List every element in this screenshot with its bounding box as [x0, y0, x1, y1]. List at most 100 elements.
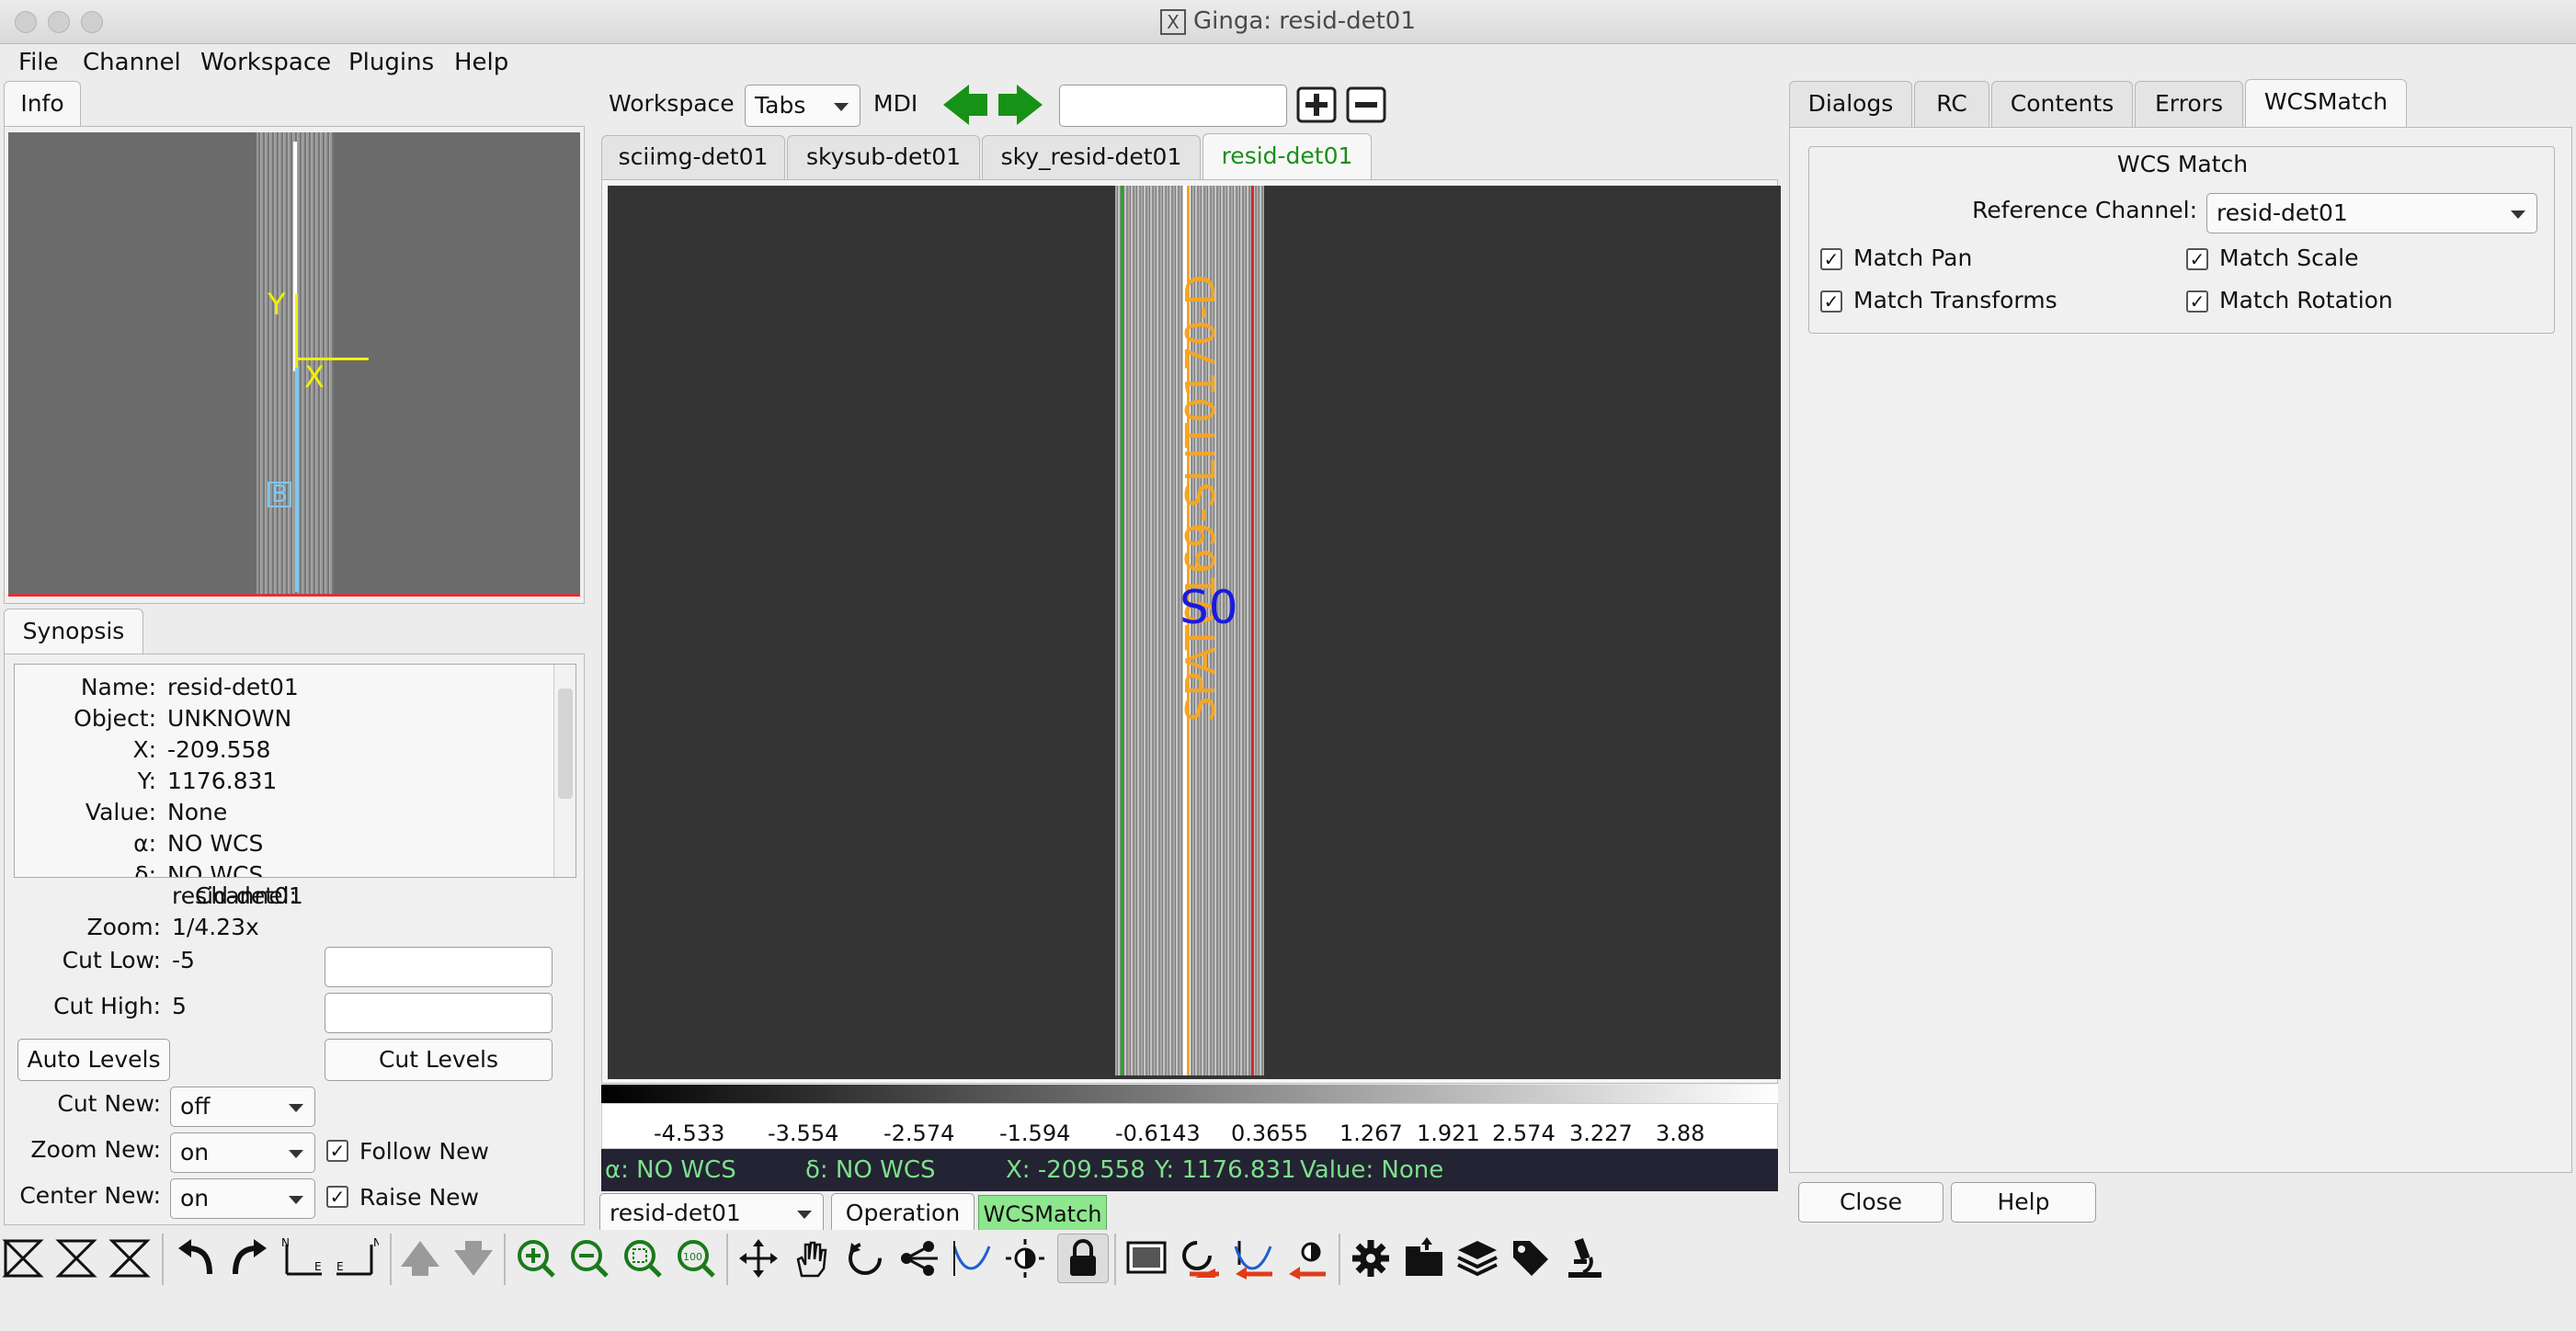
cut-high-input[interactable] [325, 993, 553, 1033]
zoom-100-icon[interactable]: 100 [673, 1235, 719, 1281]
pan-view[interactable]: Y X B [8, 132, 580, 597]
tab-synopsis[interactable]: Synopsis [4, 609, 143, 654]
colormap-curve-icon[interactable] [949, 1235, 995, 1281]
contrast-icon[interactable] [1002, 1235, 1048, 1281]
add-workspace-icon[interactable] [1294, 83, 1339, 127]
tab-dialogs[interactable]: Dialogs [1789, 81, 1912, 127]
menu-help[interactable]: Help [454, 44, 508, 81]
orient-rh-icon[interactable]: NE [279, 1235, 325, 1281]
next-image-icon[interactable] [450, 1235, 496, 1281]
match-pan-checkbox[interactable]: ✓ [1820, 248, 1842, 270]
zoom-new-select[interactable]: on [170, 1132, 315, 1173]
colorbar[interactable] [601, 1085, 1778, 1103]
reference-channel-select[interactable]: resid-det01 [2206, 193, 2537, 233]
tab-sky-resid-det01[interactable]: sky_resid-det01 [982, 135, 1201, 179]
reference-channel-label: Reference Channel: [1972, 197, 2197, 223]
toolbar-separator [390, 1234, 392, 1285]
menu-plugins[interactable]: Plugins [348, 44, 434, 81]
synopsis-list[interactable]: Name: resid-det01 Object: UNKNOWN X: -20… [14, 664, 576, 878]
colorbar-tick: 2.574 [1492, 1121, 1556, 1146]
rotate-ccw-icon[interactable] [173, 1235, 219, 1281]
slit-label: SPAT0169-SLIT0170-D [1178, 274, 1225, 722]
synopsis-delta-value: NO WCS [167, 861, 264, 878]
close-window-button[interactable] [15, 11, 37, 33]
tab-skysub-det01[interactable]: skysub-det01 [787, 135, 980, 179]
flip-x-icon[interactable] [0, 1235, 46, 1281]
next-workspace-icon[interactable] [995, 83, 1044, 127]
tab-contents[interactable]: Contents [1991, 81, 2133, 127]
tab-rc[interactable]: RC [1914, 81, 1989, 127]
prev-image-icon[interactable] [397, 1235, 443, 1281]
cut-high-label: Cut High: [53, 993, 161, 1019]
flip-y-icon[interactable] [53, 1235, 99, 1281]
reset-contrast-icon[interactable] [1283, 1235, 1329, 1281]
synopsis-scrollbar[interactable] [553, 665, 576, 877]
match-scale-checkbox[interactable]: ✓ [2186, 248, 2208, 270]
match-pan-label: Match Pan [1853, 245, 1973, 271]
zoom-fit-icon[interactable] [620, 1235, 666, 1281]
operation-button[interactable]: Operation [831, 1193, 975, 1234]
menu-file[interactable]: File [18, 44, 59, 81]
microscope-icon[interactable] [1561, 1235, 1607, 1281]
object-label: S0 [1180, 581, 1238, 634]
cut-levels-button[interactable]: Cut Levels [325, 1039, 553, 1081]
tags-icon[interactable] [1508, 1235, 1554, 1281]
pan-icon[interactable] [735, 1235, 781, 1281]
match-transforms-checkbox[interactable]: ✓ [1820, 290, 1842, 313]
menu-channel[interactable]: Channel [83, 44, 181, 81]
zoom-in-icon[interactable] [513, 1235, 559, 1281]
raise-new-checkbox[interactable]: ✓ [326, 1186, 348, 1208]
workspace-name-input[interactable] [1059, 85, 1287, 127]
hand-icon[interactable] [789, 1235, 835, 1281]
help-plugin-button[interactable]: Help [1951, 1182, 2096, 1223]
tab-info[interactable]: Info [4, 81, 81, 127]
open-folder-icon[interactable] [1401, 1235, 1447, 1281]
status-y: Y: 1176.831 [1155, 1156, 1296, 1184]
center-new-select[interactable]: on [170, 1178, 315, 1219]
delete-workspace-icon[interactable] [1344, 83, 1388, 127]
cut-high-value: 5 [172, 993, 187, 1019]
cut-new-select[interactable]: off [170, 1086, 315, 1127]
reset-rotate-icon[interactable] [1177, 1235, 1223, 1281]
zoom-out-icon[interactable] [566, 1235, 612, 1281]
distribution-icon[interactable] [895, 1235, 941, 1281]
maximize-window-button[interactable] [81, 11, 103, 33]
rotate-cw-icon[interactable] [226, 1235, 272, 1281]
scrollbar-thumb[interactable] [558, 688, 573, 799]
synopsis-x-label: X: [132, 736, 156, 763]
orient-lh-icon[interactable]: NE [333, 1235, 379, 1281]
status-value: Value: None [1300, 1156, 1444, 1184]
cut-low-input[interactable] [325, 947, 553, 987]
tab-errors[interactable]: Errors [2135, 81, 2243, 127]
status-readout: α: NO WCS δ: NO WCS X: -209.558 Y: 1176.… [601, 1149, 1778, 1191]
close-plugin-button[interactable]: Close [1798, 1182, 1943, 1223]
tab-resid-det01[interactable]: resid-det01 [1203, 133, 1372, 179]
image-viewer[interactable]: SPAT0169-SLIT0170-D S0 [608, 186, 1781, 1079]
follow-new-checkbox[interactable]: ✓ [326, 1140, 348, 1162]
swap-xy-icon[interactable] [107, 1235, 153, 1281]
prev-workspace-icon[interactable] [941, 83, 991, 127]
workspace-mode-select[interactable]: Tabs [745, 85, 861, 127]
auto-levels-button[interactable]: Auto Levels [17, 1039, 170, 1081]
zoom-new-label: Zoom New: [30, 1136, 161, 1163]
layers-icon[interactable] [1454, 1235, 1500, 1281]
wcsmatch-plugin-button[interactable]: WCSMatch [978, 1195, 1107, 1232]
status-delta: δ: NO WCS [805, 1156, 936, 1184]
synopsis-y-label: Y: [137, 768, 156, 794]
tab-wcsmatch[interactable]: WCSMatch [2245, 79, 2407, 127]
minimize-window-button[interactable] [48, 11, 70, 33]
screen-icon[interactable] [1123, 1235, 1169, 1281]
lock-icon[interactable] [1057, 1234, 1109, 1283]
synopsis-object-value: UNKNOWN [167, 705, 292, 732]
workspace-label: Workspace [609, 90, 735, 117]
reset-cut-icon[interactable] [1230, 1235, 1276, 1281]
settings-icon[interactable] [1348, 1235, 1394, 1281]
channel-select[interactable]: resid-det01 [599, 1193, 824, 1234]
rotate-mode-icon[interactable] [842, 1235, 888, 1281]
menu-workspace[interactable]: Workspace [200, 44, 331, 81]
match-rotation-checkbox[interactable]: ✓ [2186, 290, 2208, 313]
zoom-value: 1/4.23x [172, 914, 259, 940]
status-x: X: -209.558 [1006, 1156, 1146, 1184]
toolbar-separator [726, 1234, 728, 1285]
tab-sciimg-det01[interactable]: sciimg-det01 [601, 135, 785, 179]
